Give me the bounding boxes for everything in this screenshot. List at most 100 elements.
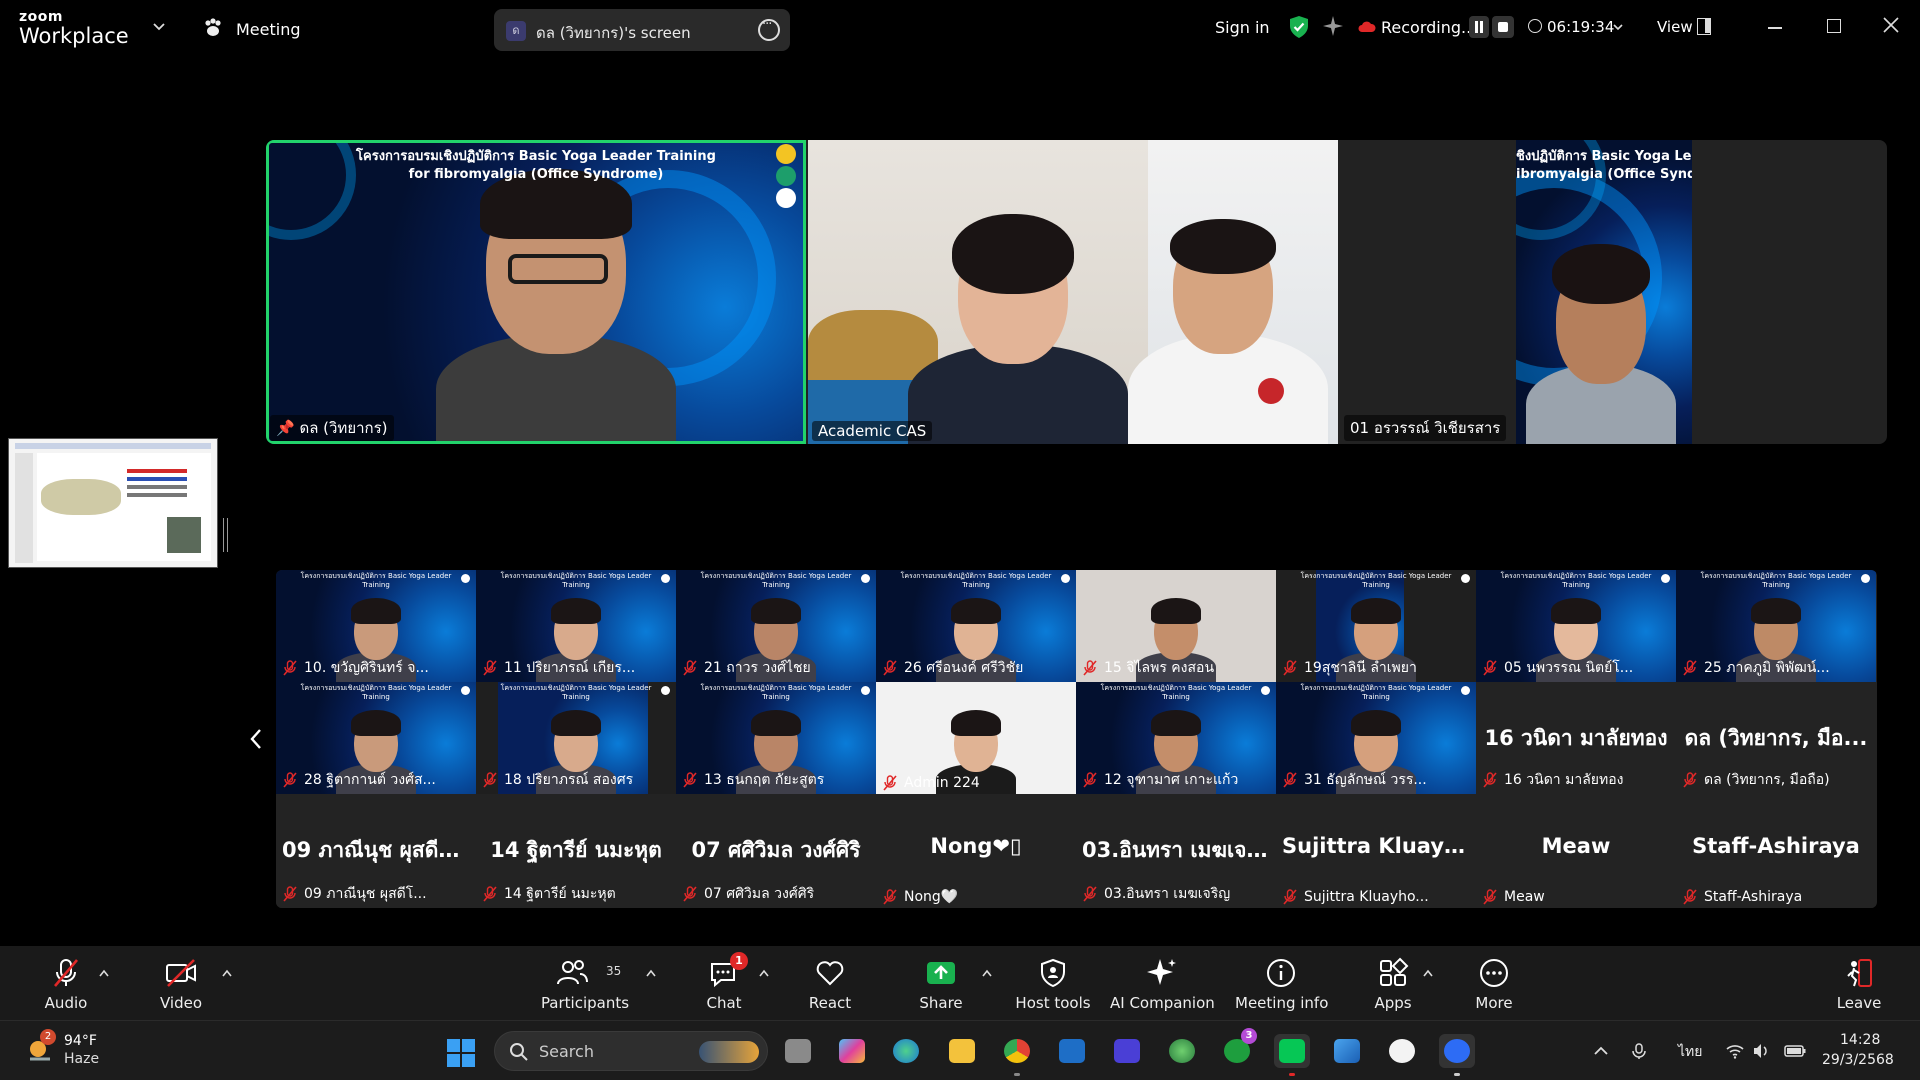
- gallery-tile[interactable]: Sujittra Kluayho... Sujittra Kluayho...: [1276, 794, 1476, 908]
- apps-button[interactable]: Apps: [1366, 946, 1420, 1020]
- windows-start-icon[interactable]: [446, 1038, 476, 1068]
- xbox-icon[interactable]: 3: [1219, 1028, 1257, 1068]
- taskbar-search[interactable]: Search: [494, 1031, 768, 1071]
- chevron-up-icon[interactable]: [1592, 1043, 1610, 1059]
- battery-icon[interactable]: [1784, 1043, 1806, 1059]
- volume-icon[interactable]: [1752, 1043, 1770, 1059]
- gallery-tile[interactable]: Admin 224: [876, 682, 1076, 794]
- meeting-info-button[interactable]: Meeting info: [1235, 946, 1328, 1020]
- video-tile-academic-cas[interactable]: Academic CAS: [808, 140, 1338, 444]
- weather-condition[interactable]: Haze: [64, 1051, 99, 1067]
- file-explorer-icon[interactable]: [944, 1034, 980, 1068]
- gallery-tile[interactable]: โครงการอบรมเชิงปฏิบัติการ Basic Yoga Lea…: [476, 682, 676, 794]
- chevron-up-icon[interactable]: [1422, 968, 1434, 978]
- input-language[interactable]: ไทย: [1678, 1041, 1702, 1063]
- chevron-up-icon[interactable]: [221, 968, 233, 978]
- participant-name: 28 ฐิตากานต์ วงศ์ส...: [282, 769, 436, 791]
- slide-banner: โครงการอบรมเชิงปฏิบัติการ Basic Yoga Lea…: [1300, 572, 1452, 589]
- video-tile-active-speaker[interactable]: โครงการอบรมเชิงปฏิบัติการ Basic Yoga Lea…: [266, 140, 806, 444]
- participants-label: Participants: [540, 994, 630, 1012]
- video-tile-participant[interactable]: ชิงปฏิบัติการ Basic Yoga Lea ibromyalgia…: [1340, 140, 1692, 444]
- gallery-tile[interactable]: 14 ฐิตารีย์ นมะหุต 14 ฐิตารีย์ นมะหุต: [476, 794, 676, 908]
- participant-name: 31 ธัญลักษณ์ วรร...: [1282, 769, 1427, 791]
- gallery-tile[interactable]: โครงการอบรมเชิงปฏิบัติการ Basic Yoga Lea…: [1076, 682, 1276, 794]
- zoom-app-icon[interactable]: [1439, 1034, 1475, 1076]
- mic-muted-icon: [54, 959, 78, 987]
- share-button[interactable]: Share: [914, 946, 968, 1020]
- gallery-tile[interactable]: 16 วนิดา มาลัยทอง 16 วนิดา มาลัยทอง: [1476, 682, 1676, 794]
- wifi-icon[interactable]: [1726, 1043, 1744, 1059]
- more-options-icon[interactable]: [758, 17, 780, 41]
- chevron-down-icon[interactable]: [1612, 21, 1624, 33]
- gallery-tile[interactable]: Nong❤▯ Nong🤍: [876, 794, 1076, 908]
- host-tools-button[interactable]: Host tools: [1014, 946, 1092, 1020]
- participants-button[interactable]: 35 Participants: [540, 946, 630, 1020]
- screen-share-indicator[interactable]: ด ดล (วิทยากร)'s screen: [494, 9, 790, 51]
- shared-screen-thumbnail[interactable]: [8, 438, 218, 568]
- gallery-tile[interactable]: 03.อินทรา เมฆเจ... 03.อินทรา เมฆเจริญ: [1076, 794, 1276, 908]
- temperature[interactable]: 94°F: [64, 1033, 97, 1049]
- taskbar-date[interactable]: 29/3/2568: [1822, 1052, 1894, 1068]
- thumbnail-resize-handle[interactable]: [223, 518, 228, 552]
- chevron-down-icon[interactable]: [152, 20, 166, 34]
- maximize-button[interactable]: [1827, 19, 1841, 33]
- gallery-tile[interactable]: โครงการอบรมเชิงปฏิบัติการ Basic Yoga Lea…: [276, 570, 476, 682]
- globe-icon[interactable]: [1164, 1034, 1200, 1068]
- taskbar-time[interactable]: 14:28: [1840, 1032, 1880, 1048]
- gallery-tile[interactable]: โครงการอบรมเชิงปฏิบัติการ Basic Yoga Lea…: [676, 682, 876, 794]
- microphone-icon[interactable]: [1630, 1043, 1648, 1059]
- slide-banner: โครงการอบรมเชิงปฏิบัติการ Basic Yoga Lea…: [1700, 572, 1852, 589]
- clock-app-icon[interactable]: [1384, 1034, 1420, 1068]
- ai-companion-button[interactable]: AI Companion: [1110, 946, 1215, 1020]
- gallery-tile[interactable]: โครงการอบรมเชิงปฏิบัติการ Basic Yoga Lea…: [676, 570, 876, 682]
- chat-button[interactable]: 1 Chat: [700, 946, 748, 1020]
- outlook-icon[interactable]: [1054, 1034, 1090, 1068]
- stop-recording-button[interactable]: [1492, 16, 1514, 38]
- gallery-tile[interactable]: ดล (วิทยากร, มือ... ดล (วิทยากร, มือถือ): [1676, 682, 1876, 794]
- ai-sparkle-icon[interactable]: [1322, 15, 1344, 37]
- gallery-tile[interactable]: โครงการอบรมเชิงปฏิบัติการ Basic Yoga Lea…: [276, 682, 476, 794]
- task-view-icon[interactable]: [780, 1034, 816, 1068]
- chevron-left-icon[interactable]: [248, 727, 264, 751]
- meeting-label[interactable]: Meeting: [236, 20, 301, 39]
- slide-banner: โครงการอบรมเชิงปฏิบัติการ Basic Yoga Lea…: [700, 684, 852, 701]
- copilot-icon[interactable]: [834, 1034, 870, 1068]
- gallery-tile[interactable]: โครงการอบรมเชิงปฏิบัติการ Basic Yoga Lea…: [476, 570, 676, 682]
- view-layout-icon[interactable]: [1697, 18, 1711, 35]
- video-button[interactable]: Video: [155, 946, 207, 1020]
- chevron-up-icon[interactable]: [981, 968, 993, 978]
- react-button[interactable]: React: [803, 946, 857, 1020]
- gallery-tile[interactable]: 09 ภาณีนุช ผุสดีโ... 09 ภาณีนุช ผุสดีโ...: [276, 794, 476, 908]
- gallery-tile[interactable]: 07 ศศิวิมล วงศ์ศิริ 07 ศศิวิมล วงศ์ศิริ: [676, 794, 876, 908]
- line-app-icon[interactable]: [1274, 1034, 1310, 1076]
- chevron-up-icon[interactable]: [758, 968, 770, 978]
- chevron-up-icon[interactable]: [645, 968, 657, 978]
- gallery-tile[interactable]: Staff-Ashiraya Staff-Ashiraya: [1676, 794, 1876, 908]
- logo-icon: [1261, 686, 1270, 695]
- slide-banner: โครงการอบรมเชิงปฏิบัติการ Basic Yoga Lea…: [1500, 572, 1652, 589]
- gallery-tile[interactable]: Meaw Meaw: [1476, 794, 1676, 908]
- minimize-button[interactable]: [1768, 27, 1782, 29]
- view-button[interactable]: View: [1657, 18, 1693, 36]
- gallery-tile[interactable]: โครงการอบรมเชิงปฏิบัติการ Basic Yoga Lea…: [1276, 570, 1476, 682]
- leave-button[interactable]: Leave: [1834, 946, 1884, 1020]
- audio-button[interactable]: Audio: [40, 946, 92, 1020]
- paw-icon[interactable]: [202, 17, 224, 39]
- photos-icon[interactable]: [1329, 1034, 1365, 1068]
- sign-in-link[interactable]: Sign in: [1215, 18, 1270, 37]
- edge-icon[interactable]: [888, 1034, 924, 1068]
- mic-muted-icon: [483, 772, 497, 788]
- more-button[interactable]: More: [1467, 946, 1521, 1020]
- chrome-icon[interactable]: [999, 1034, 1035, 1076]
- encryption-shield-icon[interactable]: [1288, 15, 1310, 39]
- pause-recording-button[interactable]: [1469, 16, 1489, 38]
- app-icon[interactable]: [1109, 1034, 1145, 1068]
- gallery-tile[interactable]: โครงการอบรมเชิงปฏิบัติการ Basic Yoga Lea…: [1476, 570, 1676, 682]
- gallery-tile[interactable]: โครงการอบรมเชิงปฏิบัติการ Basic Yoga Lea…: [876, 570, 1076, 682]
- gallery-tile[interactable]: โครงการอบรมเชิงปฏิบัติการ Basic Yoga Lea…: [1676, 570, 1876, 682]
- close-window-icon[interactable]: [1882, 16, 1900, 34]
- gallery-tile[interactable]: โครงการอบรมเชิงปฏิบัติการ Basic Yoga Lea…: [1276, 682, 1476, 794]
- chevron-up-icon[interactable]: [98, 968, 110, 978]
- participant-name-text: 11 ปริยาภรณ์ เกียร...: [504, 660, 636, 676]
- gallery-tile[interactable]: 15 จิไลพร คงสอน: [1076, 570, 1276, 682]
